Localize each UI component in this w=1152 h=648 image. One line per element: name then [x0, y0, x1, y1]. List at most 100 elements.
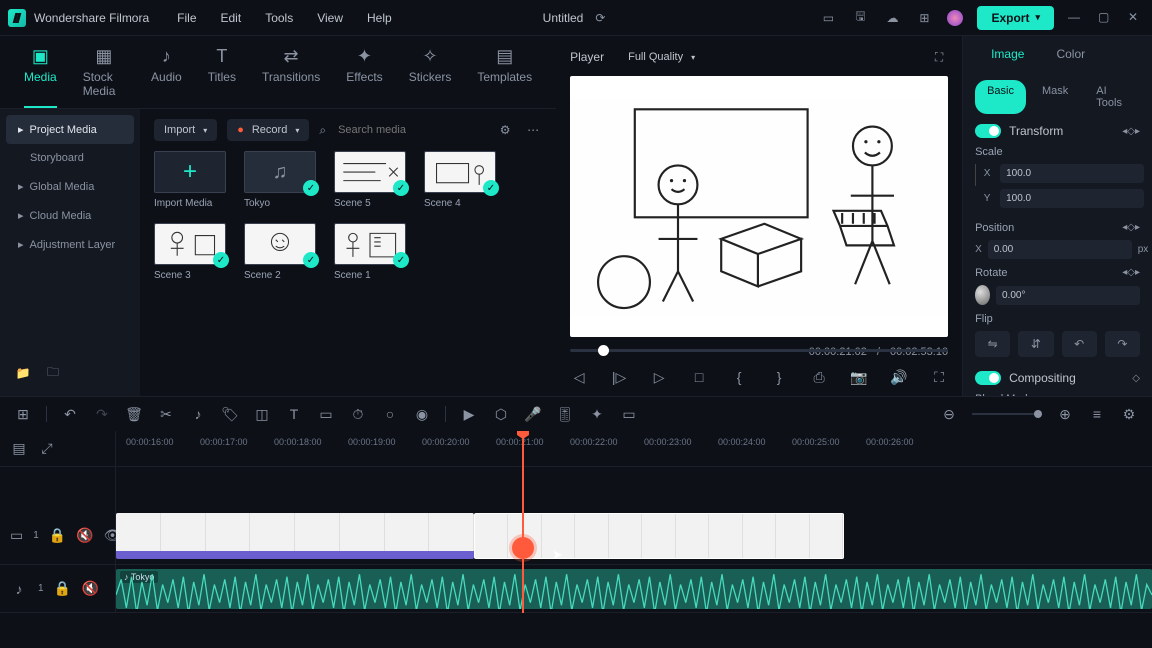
delete-icon[interactable]: 🗑 [125, 405, 143, 423]
camera-icon[interactable]: 📷 [850, 368, 868, 386]
rotate-right-button[interactable]: ↷ [1105, 331, 1140, 357]
tracks-menu-icon[interactable]: ▤ [10, 440, 28, 458]
scale-lock-icon[interactable] [975, 164, 976, 186]
video-preview[interactable] [570, 76, 948, 337]
capture-icon[interactable]: ⎙ [810, 368, 828, 386]
sidebar-item-cloud-media[interactable]: ▸Cloud Media [6, 201, 134, 230]
tab-audio[interactable]: ♪Audio [151, 46, 182, 108]
quality-dropdown[interactable]: Full Quality▾ [618, 46, 705, 68]
guide-icon[interactable]: ▭ [620, 405, 638, 423]
transform-toggle[interactable] [975, 124, 1001, 138]
mark-out-icon[interactable]: } [770, 368, 788, 386]
media-item-tokyo[interactable]: ♫✓Tokyo [244, 151, 316, 209]
search-input[interactable] [332, 119, 486, 141]
undo-icon[interactable]: ↶ [61, 405, 79, 423]
sidebar-item-storyboard[interactable]: Storyboard [6, 144, 134, 172]
close-icon[interactable]: ✕ [1128, 10, 1144, 26]
mic-icon[interactable]: 🎤 [524, 405, 542, 423]
step-back-icon[interactable]: |▷ [610, 368, 628, 386]
fullscreen-icon[interactable]: ⛶ [930, 368, 948, 386]
rotate-input[interactable] [996, 286, 1140, 305]
rotate-keyframe[interactable]: ◂◇▸ [1122, 267, 1140, 279]
sidebar-item-adjustment-layer[interactable]: ▸Adjustment Layer [6, 230, 134, 259]
grid-icon[interactable]: ⊞ [915, 9, 933, 27]
music-tool-icon[interactable]: ♪ [189, 405, 207, 423]
scale-x-input[interactable] [1000, 164, 1144, 183]
color-tag-icon[interactable]: ○ [381, 405, 399, 423]
position-keyframe[interactable]: ◂◇▸ [1122, 222, 1140, 234]
tag-icon[interactable]: 🏷 [221, 405, 239, 423]
menu-view[interactable]: View [317, 11, 343, 25]
maximize-icon[interactable]: ▢ [1098, 10, 1114, 26]
device-icon[interactable]: ▭ [819, 9, 837, 27]
marker-icon[interactable]: ⬡ [492, 405, 510, 423]
more-icon[interactable]: ⋯ [524, 121, 542, 139]
compositing-keyframe[interactable]: ◇ [1132, 373, 1140, 384]
volume-icon[interactable]: 🔊 [890, 368, 908, 386]
lock-track-icon[interactable]: 🔒 [49, 527, 66, 545]
sidebar-item-project-media[interactable]: ▸Project Media [6, 115, 134, 144]
save-icon[interactable]: 🖫 [851, 9, 869, 27]
mark-in-icon[interactable]: { [730, 368, 748, 386]
zoom-out-icon[interactable]: ⊖ [940, 405, 958, 423]
scale-y-input[interactable] [1000, 189, 1144, 208]
tab-titles[interactable]: TTitles [208, 46, 236, 108]
playhead[interactable]: ➤ [522, 431, 524, 613]
export-button[interactable]: Export▾ [977, 6, 1054, 30]
crop-icon[interactable]: ◫ [253, 405, 271, 423]
layout-icon[interactable]: ⊞ [14, 405, 32, 423]
tab-transitions[interactable]: ⇄Transitions [262, 46, 320, 108]
text-tool-icon[interactable]: T [285, 405, 303, 423]
timeline-settings-icon[interactable]: ⚙ [1120, 405, 1138, 423]
cloud-icon[interactable]: ☁ [883, 9, 901, 27]
rotate-left-button[interactable]: ↶ [1062, 331, 1097, 357]
menu-tools[interactable]: Tools [265, 11, 293, 25]
media-item-scene2[interactable]: ✓Scene 2 [244, 223, 316, 281]
mixer-icon[interactable]: 🎚 [556, 405, 574, 423]
zoom-in-icon[interactable]: ⊕ [1056, 405, 1074, 423]
rotate-dial[interactable] [975, 285, 990, 305]
lock-audio-icon[interactable]: 🔒 [54, 580, 72, 598]
import-dropdown[interactable]: Import▾ [154, 119, 217, 141]
transform-keyframe-icon[interactable]: ◂◇▸ [1122, 126, 1140, 137]
compositing-toggle[interactable] [975, 371, 1001, 385]
tab-stock-media[interactable]: ▦Stock Media [83, 46, 125, 108]
user-avatar[interactable] [947, 10, 963, 26]
stop-icon[interactable]: □ [690, 368, 708, 386]
tab-color[interactable]: Color [1040, 36, 1101, 72]
snapshot-icon[interactable]: ⛶ [930, 48, 948, 66]
position-x-input[interactable] [988, 240, 1132, 259]
subtab-ai-tools[interactable]: AI Tools [1084, 80, 1140, 114]
timeline-view-icon[interactable]: ≡ [1088, 405, 1106, 423]
speed-icon[interactable]: ⏱ [349, 405, 367, 423]
ai-icon[interactable]: ✦ [588, 405, 606, 423]
play-icon[interactable]: ▷ [650, 368, 668, 386]
audio-clip-tokyo[interactable]: ♪ Tokyo [116, 569, 1152, 609]
flip-vertical-button[interactable]: ⇵ [1018, 331, 1053, 357]
prev-frame-icon[interactable]: ◁ [570, 368, 588, 386]
media-item-scene5[interactable]: ✓Scene 5 [334, 151, 406, 209]
mute-audio-icon[interactable]: 🔇 [82, 580, 100, 598]
minimize-icon[interactable]: — [1068, 10, 1084, 26]
filter-icon[interactable]: ⚙ [496, 121, 514, 139]
flip-horizontal-button[interactable]: ⇋ [975, 331, 1010, 357]
caption-icon[interactable]: ▭ [317, 405, 335, 423]
tab-image[interactable]: Image [975, 36, 1040, 72]
subtab-mask[interactable]: Mask [1030, 80, 1080, 114]
redo-icon[interactable]: ↷ [93, 405, 111, 423]
zoom-slider[interactable] [972, 413, 1042, 415]
media-item-scene1[interactable]: ✓Scene 1 [334, 223, 406, 281]
link-icon[interactable]: ⤢ [38, 440, 56, 458]
menu-edit[interactable]: Edit [221, 11, 242, 25]
tab-stickers[interactable]: ✧Stickers [409, 46, 452, 108]
tab-effects[interactable]: ✦Effects [346, 46, 382, 108]
sidebar-item-global-media[interactable]: ▸Global Media [6, 172, 134, 201]
timeline-ruler[interactable]: 00:00:16:00 00:00:17:00 00:00:18:00 00:0… [116, 431, 1152, 467]
menu-help[interactable]: Help [367, 11, 392, 25]
subtab-basic[interactable]: Basic [975, 80, 1026, 114]
media-item-scene4[interactable]: ✓Scene 4 [424, 151, 496, 209]
new-folder-icon[interactable]: 🗀 [44, 364, 62, 382]
render-icon[interactable]: ▶ [460, 405, 478, 423]
media-item-scene3[interactable]: ✓Scene 3 [154, 223, 226, 281]
record-dropdown[interactable]: ●Record▾ [227, 119, 309, 141]
